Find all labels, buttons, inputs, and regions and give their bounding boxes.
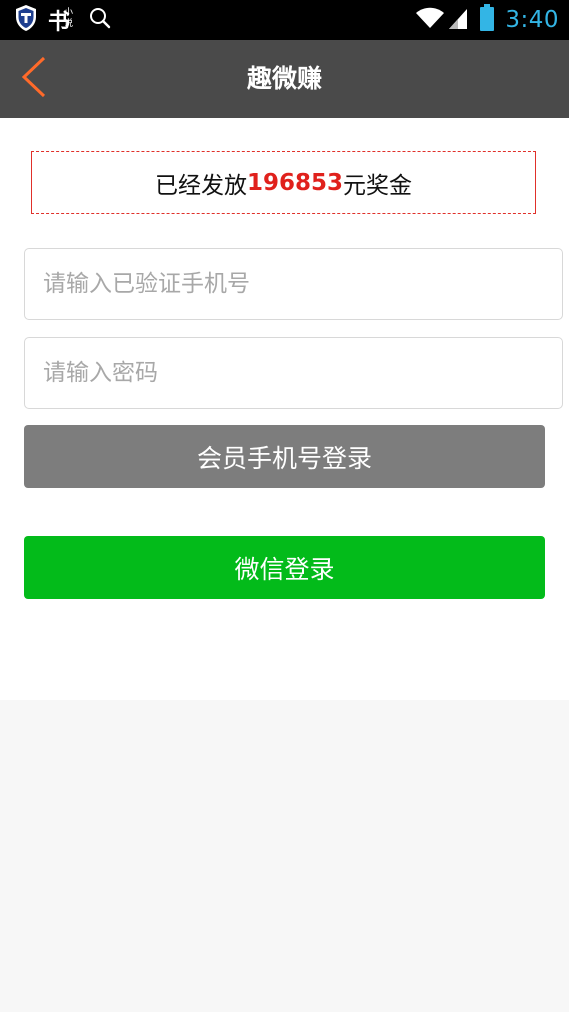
status-bar-clock: 3:40 <box>505 7 559 33</box>
member-phone-login-button[interactable]: 会员手机号登录 <box>24 425 545 488</box>
book-logo-small-bottom: 说 <box>64 19 74 29</box>
wechat-login-button[interactable]: 微信登录 <box>24 536 545 599</box>
page-title: 趣微赚 <box>246 64 322 93</box>
bonus-banner: 已经发放 196853 元奖金 <box>31 151 536 214</box>
password-input[interactable] <box>24 337 563 409</box>
status-bar-right: 3:40 <box>415 4 559 36</box>
battery-icon <box>479 4 495 36</box>
app-header: 趣微赚 <box>0 40 569 118</box>
book-app-icon: 书 小 说 <box>48 6 78 35</box>
status-bar: 书 小 说 3:40 <box>0 0 569 40</box>
phone-input[interactable] <box>24 248 563 320</box>
bonus-suffix: 元奖金 <box>343 172 413 199</box>
bonus-prefix: 已经发放 <box>154 172 247 199</box>
shield-icon <box>14 4 38 36</box>
back-button[interactable] <box>14 50 64 108</box>
login-panel: 已经发放196853元奖金 会员手机号登录 微信登录 <box>0 118 569 700</box>
book-logo-small-top: 小 <box>64 8 74 18</box>
wifi-icon <box>415 6 445 34</box>
signal-icon <box>447 6 469 34</box>
bonus-amount: 196853 <box>246 169 344 196</box>
status-bar-left: 书 小 说 <box>14 4 112 36</box>
chevron-left-icon <box>14 56 54 112</box>
search-icon <box>88 6 112 34</box>
